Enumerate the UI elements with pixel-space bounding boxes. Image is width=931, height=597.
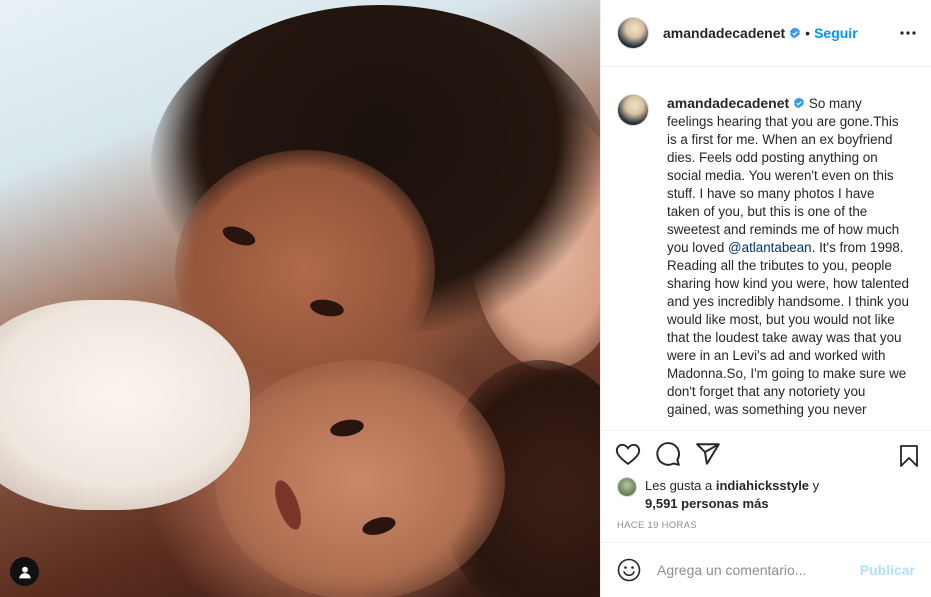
- post-details-panel: amandadecadenet • Seguir amandadecadenet…: [600, 0, 931, 597]
- follow-button[interactable]: Seguir: [814, 25, 858, 41]
- caption-username[interactable]: amandadecadenet: [667, 95, 789, 111]
- bookmark-icon[interactable]: [897, 443, 921, 469]
- comment-bar: Publicar: [601, 542, 931, 597]
- likes-text: Les gusta a indiahicksstyle y 9,591 pers…: [645, 477, 819, 513]
- heart-icon[interactable]: [615, 441, 641, 467]
- likes-user-link[interactable]: indiahicksstyle: [716, 478, 809, 493]
- more-options-icon[interactable]: [899, 24, 917, 42]
- action-bar: [601, 430, 931, 478]
- comment-icon[interactable]: [655, 441, 681, 467]
- likes-count-link[interactable]: 9,591 personas más: [645, 496, 769, 511]
- emoji-icon[interactable]: [617, 558, 641, 582]
- likes-summary: Les gusta a indiahicksstyle y 9,591 pers…: [617, 477, 915, 513]
- avatar[interactable]: [617, 477, 637, 497]
- likes-suffix: y: [809, 478, 820, 493]
- comment-input[interactable]: [657, 562, 860, 578]
- verified-badge-icon: [794, 97, 805, 109]
- post-photo[interactable]: [0, 0, 600, 597]
- share-icon[interactable]: [695, 441, 721, 467]
- likes-prefix: Les gusta a: [645, 478, 716, 493]
- mention-link[interactable]: @atlantabean: [728, 240, 812, 255]
- photo-region: [215, 360, 505, 597]
- post-header: amandadecadenet • Seguir: [601, 0, 931, 67]
- avatar[interactable]: [617, 94, 649, 126]
- user-tag-icon[interactable]: [10, 557, 39, 586]
- caption-text: amandadecadenet So many feelings hearing…: [667, 94, 909, 430]
- caption-body-start: So many feelings hearing that you are go…: [667, 96, 900, 255]
- header-username[interactable]: amandadecadenet: [663, 25, 785, 41]
- caption-body-end: . It's from 1998. Reading all the tribut…: [667, 240, 909, 417]
- caption-section: amandadecadenet So many feelings hearing…: [601, 68, 931, 430]
- post-timestamp[interactable]: HACE 19 HORAS: [617, 520, 697, 531]
- verified-badge-icon: [790, 27, 801, 39]
- separator-dot: •: [805, 25, 811, 41]
- post-comment-button[interactable]: Publicar: [860, 562, 915, 578]
- avatar[interactable]: [617, 17, 649, 49]
- photo-region: [0, 300, 250, 510]
